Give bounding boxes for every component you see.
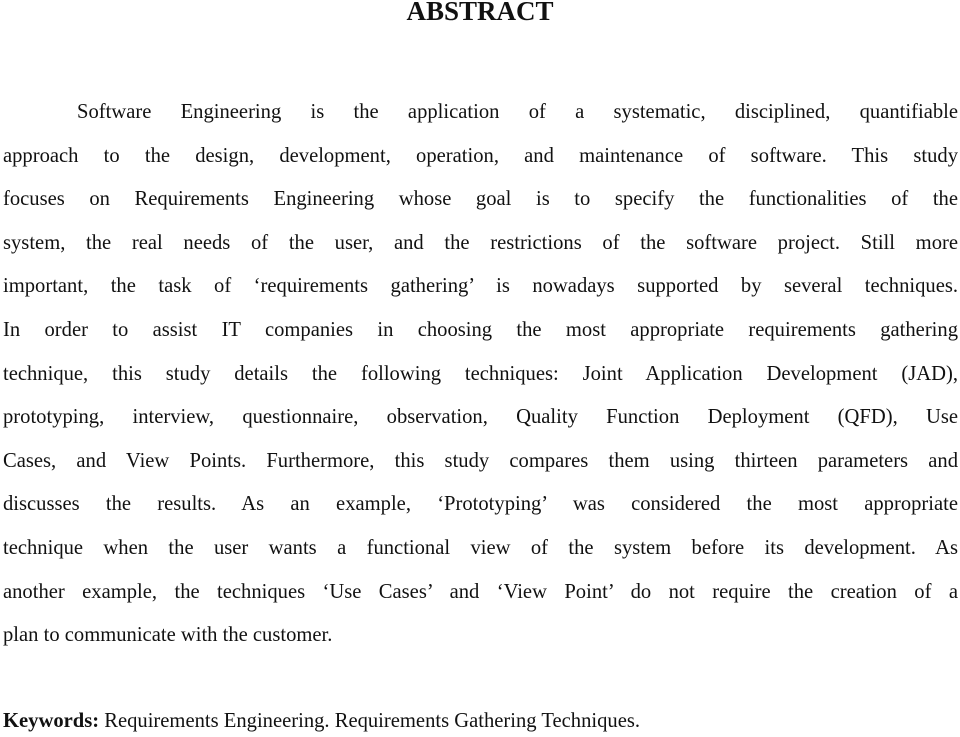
paragraph-line: technique when the user wants a function… [3,536,958,559]
keywords-line: Keywords: Requirements Engineering. Requ… [3,705,640,737]
paragraph-line: another example, the techniques ‘Use Cas… [3,580,958,603]
paragraph-line: important, the task of ‘requirements gat… [3,275,958,298]
abstract-paragraph: Software Engineering is the application … [3,92,958,659]
paragraph-line: Software Engineering is the application … [77,101,958,123]
abstract-heading: ABSTRACT [406,0,554,26]
paragraph-line: plan to communicate with the customer. [3,624,333,647]
paragraph-line: approach to the design, development, ope… [3,144,958,167]
keywords-text: Requirements Engineering. Requirements G… [99,710,641,732]
paragraph-line: system, the real needs of the user, and … [3,231,958,254]
paragraph-line: prototyping, interview, questionnaire, o… [3,406,958,429]
paragraph-line: In order to assist IT companies in choos… [3,318,958,341]
paragraph-line: focuses on Requirements Engineering whos… [3,188,958,211]
paragraph-line: discusses the results. As an example, ‘P… [3,493,958,516]
keywords-label: Keywords: [3,710,100,732]
paragraph-line: Cases, and View Points. Furthermore, thi… [3,449,958,472]
paragraph-line: technique, this study details the follow… [3,362,958,385]
